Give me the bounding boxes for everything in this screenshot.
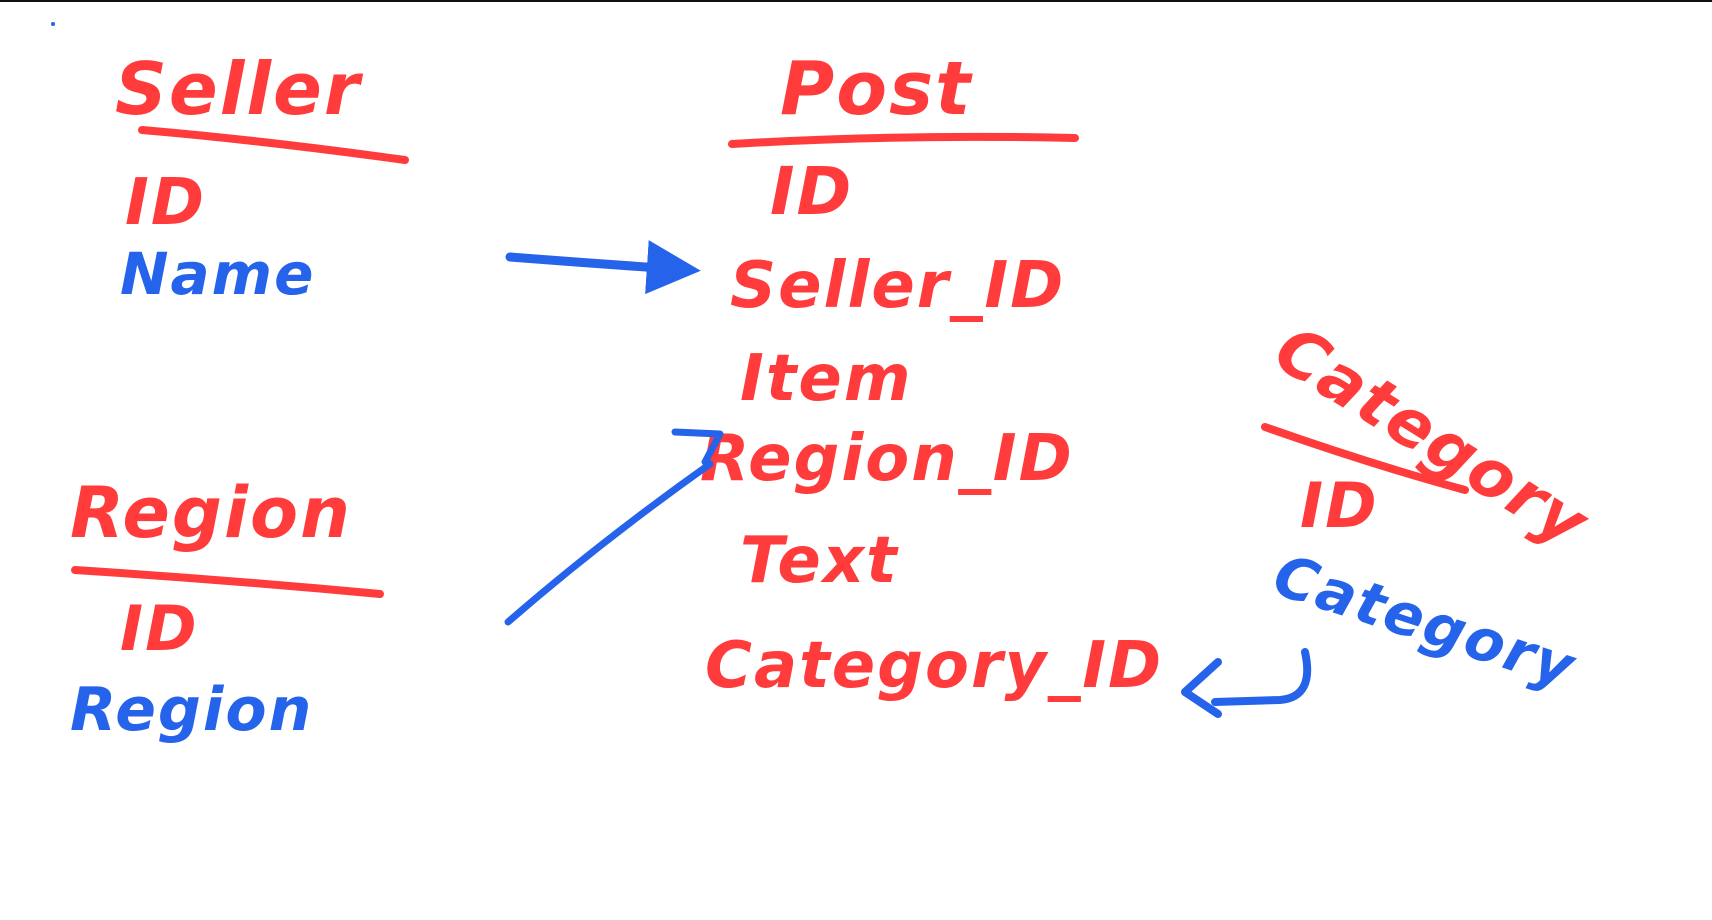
stray-dot: [51, 22, 55, 26]
arrow-seller-to-post: [505, 240, 701, 295]
seller-title-underline: [138, 126, 409, 164]
post-field-region-id: Region_ID: [700, 422, 1074, 496]
region-title-underline: [71, 566, 384, 598]
seller-field-id: ID: [125, 166, 206, 240]
post-title-underline: [728, 132, 1079, 148]
entity-post: Post ID Seller_ID Item Region_ID Text Ca…: [700, 46, 1163, 703]
entity-seller: Seller ID Name: [115, 47, 409, 308]
arrow-category-to-post: [1211, 648, 1312, 706]
arrow-category-head: [1181, 658, 1222, 718]
seller-title: Seller: [115, 47, 364, 131]
post-field-text: Text: [740, 524, 899, 598]
post-field-item: Item: [740, 342, 913, 416]
arrow-region-to-post: [504, 460, 714, 626]
diagram-svg: Seller ID Name Region ID Region Post ID …: [51, 22, 1603, 745]
entity-category: Category ID Category: [1261, 310, 1603, 702]
post-title: Post: [780, 46, 973, 132]
region-field-id: ID: [120, 592, 199, 665]
entity-region: Region ID Region: [70, 472, 384, 745]
post-field-id: ID: [770, 153, 853, 230]
category-field-id: ID: [1300, 469, 1379, 542]
post-field-seller-id: Seller_ID: [730, 249, 1065, 323]
category-field-category: Category: [1266, 541, 1584, 702]
post-field-category-id: Category_ID: [705, 629, 1163, 703]
seller-field-name: Name: [120, 240, 315, 308]
region-field-region: Region: [70, 675, 313, 745]
whiteboard-canvas: Seller ID Name Region ID Region Post ID …: [0, 0, 1712, 920]
region-title: Region: [70, 472, 352, 554]
